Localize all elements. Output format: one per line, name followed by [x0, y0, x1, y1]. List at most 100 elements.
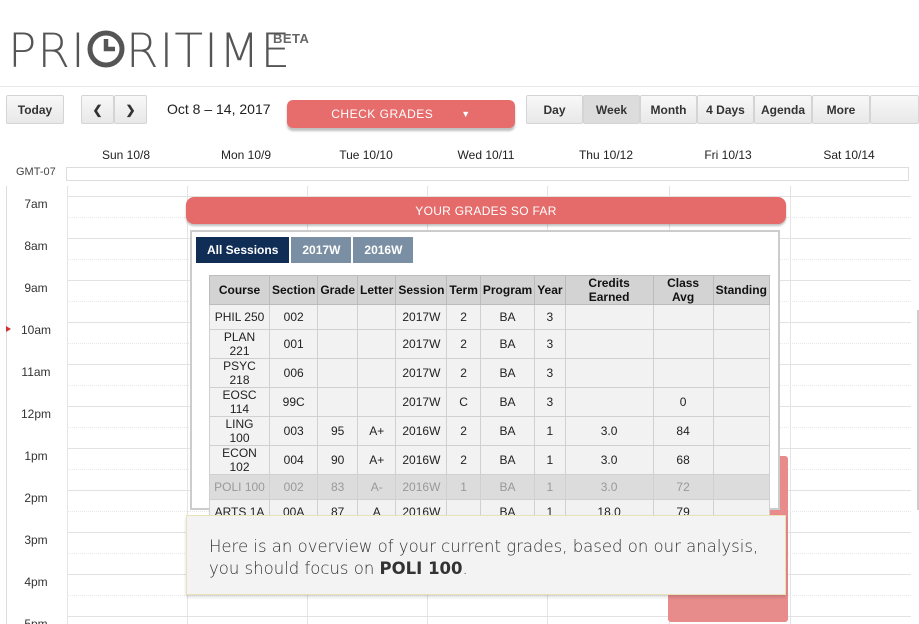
- grades-table: Course Section Grade Letter Session Term Progr…: [209, 275, 770, 525]
- table-row[interactable]: PLAN 221 001 2017W 2 BA 3: [209, 329, 770, 359]
- table-cell: PSYC 218: [209, 358, 270, 388]
- table-row[interactable]: PSYC 218 006 2017W 2 BA 3: [209, 358, 770, 388]
- today-button[interactable]: Today: [6, 95, 64, 124]
- column-header[interactable]: Grade: [317, 275, 359, 305]
- table-cell: BA: [479, 329, 536, 359]
- table-cell: 2017W: [395, 358, 448, 388]
- table-cell: [652, 304, 714, 330]
- table-cell: [652, 358, 714, 388]
- column-header[interactable]: Year: [534, 275, 566, 305]
- table-cell: 2016W: [395, 416, 448, 446]
- day-header-thu[interactable]: Thu 10/12: [546, 148, 666, 162]
- column-header[interactable]: Session: [395, 275, 448, 305]
- table-cell: 3.0: [564, 416, 654, 446]
- column-header[interactable]: Program: [479, 275, 536, 305]
- hour-label: 11am: [21, 365, 51, 379]
- table-row[interactable]: ECON 102 004 90 A+ 2016W 2 BA 1 3.0 68: [209, 445, 770, 475]
- day-header-sun[interactable]: Sun 10/8: [66, 148, 186, 162]
- all-day-row[interactable]: [66, 167, 909, 181]
- grid-column-line: [67, 186, 68, 624]
- table-cell: POLI 100: [209, 474, 270, 500]
- hour-label: 2pm: [24, 491, 48, 505]
- table-cell: [712, 445, 770, 475]
- table-cell: A+: [357, 416, 397, 446]
- view-week-button[interactable]: Week: [583, 95, 640, 124]
- view-agenda-button[interactable]: Agenda: [754, 95, 812, 124]
- table-cell: [712, 304, 770, 330]
- table-cell: LING 100: [209, 416, 270, 446]
- table-cell: 002: [268, 304, 319, 330]
- table-cell: BA: [479, 387, 536, 417]
- table-cell: 3: [534, 304, 566, 330]
- table-cell: 90: [317, 445, 359, 475]
- tab-2016w[interactable]: 2016W: [353, 237, 414, 263]
- table-cell: A+: [357, 445, 397, 475]
- logo-text-end: RITIME: [125, 24, 292, 79]
- table-cell: [357, 387, 397, 417]
- column-header[interactable]: Class Avg: [652, 275, 714, 305]
- table-cell: 1: [534, 474, 566, 500]
- table-cell: [564, 304, 654, 330]
- day-header-sat[interactable]: Sat 10/14: [789, 148, 909, 162]
- table-row[interactable]: PHIL 250 002 2017W 2 BA 3: [209, 304, 770, 330]
- day-header-fri[interactable]: Fri 10/13: [668, 148, 788, 162]
- table-cell: 2: [446, 304, 481, 330]
- tab-2017w[interactable]: 2017W: [291, 237, 352, 263]
- table-cell: BA: [479, 416, 536, 446]
- table-cell: 002: [268, 474, 319, 500]
- timezone-label: GMT-07: [16, 166, 56, 178]
- view-month-button[interactable]: Month: [640, 95, 697, 124]
- hour-label: 9am: [24, 281, 48, 295]
- column-header[interactable]: Section: [268, 275, 319, 305]
- tab-all-sessions[interactable]: All Sessions: [196, 237, 290, 263]
- column-header[interactable]: Credits Earned: [564, 275, 654, 305]
- table-cell: 99C: [268, 387, 319, 417]
- column-header[interactable]: Course: [209, 275, 270, 305]
- session-tabs: All Sessions 2017W 2016W: [196, 237, 414, 263]
- view-4days-button[interactable]: 4 Days: [697, 95, 754, 124]
- table-cell: 001: [268, 329, 319, 359]
- recommendation-lead: Here is an overview of your current grad…: [209, 537, 759, 578]
- next-week-button[interactable]: ❯: [114, 95, 147, 124]
- table-cell: [357, 304, 397, 330]
- hour-label: 3pm: [24, 533, 48, 547]
- table-cell: 2: [446, 416, 481, 446]
- table-cell: 95: [317, 416, 359, 446]
- column-header[interactable]: Term: [446, 275, 481, 305]
- table-cell: 2016W: [395, 474, 448, 500]
- table-row[interactable]: POLI 100 002 83 A- 2016W 1 BA 1 3.0 72: [209, 474, 770, 500]
- table-cell: 2017W: [395, 304, 448, 330]
- table-cell: 2: [446, 329, 481, 359]
- day-header-mon[interactable]: Mon 10/9: [186, 148, 306, 162]
- check-grades-label: CHECK GRADES: [331, 107, 434, 121]
- recommendation-text: Here is an overview of your current grad…: [209, 536, 785, 580]
- table-cell: 3.0: [564, 445, 654, 475]
- check-grades-button[interactable]: CHECK GRADES ▼: [287, 100, 515, 128]
- grades-panel: All Sessions 2017W 2016W Course Section Gr…: [190, 230, 780, 525]
- table-cell: BA: [479, 304, 536, 330]
- table-cell: 68: [652, 445, 714, 475]
- table-cell: 003: [268, 416, 319, 446]
- table-cell: [564, 387, 654, 417]
- table-cell: [712, 387, 770, 417]
- grid-column-line: [790, 186, 791, 624]
- day-header-wed[interactable]: Wed 10/11: [426, 148, 546, 162]
- hour-label: 4pm: [24, 575, 48, 589]
- table-cell: 2017W: [395, 329, 448, 359]
- app-logo[interactable]: PRI RITIME BETA: [8, 24, 309, 80]
- view-more-button[interactable]: More: [812, 95, 870, 124]
- focus-course: POLI 100: [379, 559, 463, 578]
- column-header[interactable]: Letter: [357, 275, 397, 305]
- table-header-row: Course Section Grade Letter Session Term Progr…: [209, 275, 770, 305]
- table-cell: PHIL 250: [209, 304, 270, 330]
- column-header[interactable]: Standing: [712, 275, 770, 305]
- table-cell: [317, 329, 359, 359]
- table-row[interactable]: EOSC 114 99C 2017W C BA 3 0: [209, 387, 770, 417]
- view-day-button[interactable]: Day: [526, 95, 583, 124]
- table-row[interactable]: LING 100 003 95 A+ 2016W 2 BA 1 3.0 84: [209, 416, 770, 446]
- table-cell: C: [446, 387, 481, 417]
- table-cell: PLAN 221: [209, 329, 270, 359]
- day-header-tue[interactable]: Tue 10/10: [306, 148, 426, 162]
- table-body: PHIL 250 002 2017W 2 BA 3 PLAN 221 001 2017W 2 BA 3…: [209, 304, 770, 525]
- prev-week-button[interactable]: ❮: [81, 95, 114, 124]
